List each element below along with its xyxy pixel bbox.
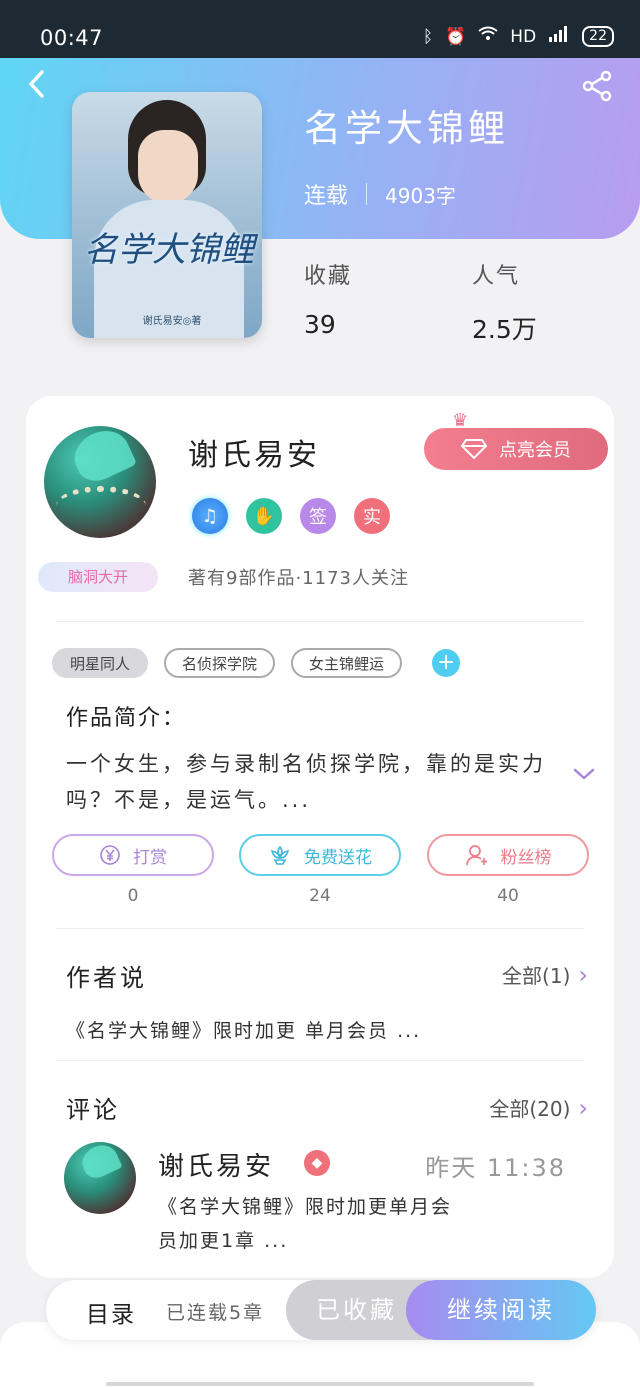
stat-label: 人气 [472, 264, 521, 289]
author-badges: ♫ ✋ 签 实 [192, 498, 390, 534]
author-say-all-link[interactable]: 全部(1) › [502, 960, 588, 989]
continue-reading-button[interactable]: 继续阅读 [406, 1280, 596, 1340]
vip-button[interactable]: 点亮会员 [424, 428, 608, 470]
network-label: HD [510, 26, 537, 47]
alarm-icon: ⏰ [445, 26, 467, 47]
intro-text[interactable]: 一个女生，参与录制名侦探学院，靠的是实力吗？不是，是运气。... [66, 746, 556, 818]
toc-button[interactable]: 目录 [86, 1295, 136, 1329]
comments-all-label: 全部(20) [489, 1097, 571, 1121]
share-icon [582, 70, 612, 102]
fans-ranking-button[interactable]: 粉丝榜 [427, 834, 589, 876]
author-say-all-label: 全部(1) [502, 964, 571, 988]
add-tag-icon[interactable]: + [432, 649, 461, 677]
author-title-badge: 脑洞大开 [38, 562, 158, 592]
author-say-title: 作者说 [66, 964, 147, 992]
battery-icon: 22 [582, 26, 614, 47]
signal-icon [548, 26, 570, 47]
status-bar: 00:47 ᛒ ⏰ HD 22 [0, 0, 640, 58]
status-icons: ᛒ ⏰ HD 22 [423, 26, 614, 47]
author-say-text[interactable]: 《名学大锦鲤》限时加更 单月会员 ... [66, 1016, 421, 1043]
intro-title: 作品简介： [66, 706, 187, 731]
chapter-count[interactable]: 已连载5章 [166, 1298, 264, 1325]
chevron-right-icon: › [578, 1093, 588, 1122]
divider [56, 928, 584, 929]
tip-label: 打赏 [133, 847, 167, 868]
stat-value: 39 [304, 310, 336, 339]
chevron-right-icon: › [578, 960, 588, 989]
comments-all-link[interactable]: 全部(20) › [489, 1093, 588, 1122]
tag-list: 明星同人 名侦探学院 女主锦鲤运 + [52, 648, 461, 678]
comment-text[interactable]: 《名学大锦鲤》限时加更单月会员加更1章 ... [158, 1190, 458, 1258]
flower-count: 24 [309, 886, 331, 906]
share-button[interactable] [582, 70, 614, 102]
chevron-left-icon [29, 70, 44, 98]
fans-icon [465, 845, 487, 866]
send-flower-button[interactable]: 免费送花 [239, 834, 401, 876]
bluetooth-icon: ᛒ [422, 26, 434, 47]
commenter-name[interactable]: 谢氏易安 [158, 1146, 274, 1183]
tip-button[interactable]: 打赏 [52, 834, 214, 876]
divider [56, 1060, 584, 1061]
stat-value: 2.5万 [472, 315, 537, 344]
handshake-icon[interactable]: ✋ [246, 498, 282, 534]
chevron-down-icon[interactable] [572, 764, 596, 784]
vip-button-label: 点亮会员 [499, 440, 571, 461]
book-meta: 连载 4903字 [304, 178, 456, 210]
stat-popularity: 人气 2.5万 [472, 258, 537, 346]
book-status: 连载 [304, 184, 349, 209]
real-name-badge[interactable]: 实 [354, 498, 390, 534]
status-time: 00:47 [40, 26, 104, 50]
stat-favorites: 收藏 39 [304, 258, 352, 339]
flower-icon [270, 845, 290, 865]
wifi-icon [478, 26, 498, 47]
vip-diamond-icon: ◆ [304, 1150, 330, 1176]
stat-label: 收藏 [304, 264, 353, 289]
tag-item[interactable]: 明星同人 [52, 648, 149, 678]
book-title: 名学大锦鲤 [304, 107, 509, 150]
meta-divider [366, 183, 368, 205]
divider [56, 621, 584, 622]
author-name[interactable]: 谢氏易安 [188, 430, 320, 474]
commenter-avatar[interactable] [64, 1142, 136, 1214]
home-indicator[interactable] [106, 1382, 534, 1386]
tag-item[interactable]: 女主锦鲤运 [291, 648, 403, 678]
tip-count: 0 [127, 886, 139, 906]
cover-author: 谢氏易安◎著 [142, 316, 202, 327]
music-note-icon[interactable]: ♫ [192, 498, 228, 534]
comments-title: 评论 [66, 1096, 120, 1124]
author-avatar[interactable] [44, 426, 156, 538]
cover-title: 名学大锦鲤 [84, 230, 254, 270]
cover-face [138, 130, 198, 204]
book-cover[interactable]: 名学大锦鲤 谢氏易安◎著 [72, 92, 262, 338]
yen-icon [100, 845, 120, 865]
word-count: 4903字 [385, 183, 456, 208]
fans-ranking-label: 粉丝榜 [500, 847, 552, 868]
fans-count: 40 [497, 886, 519, 906]
author-stats: 著有9部作品·1173人关注 [188, 568, 409, 589]
back-button[interactable] [22, 68, 54, 100]
comment-time: 昨天 11:38 [425, 1154, 566, 1182]
tag-item[interactable]: 名侦探学院 [164, 648, 276, 678]
sign-badge[interactable]: 签 [300, 498, 336, 534]
diamond-icon [461, 439, 487, 460]
send-flower-label: 免费送花 [304, 847, 372, 868]
